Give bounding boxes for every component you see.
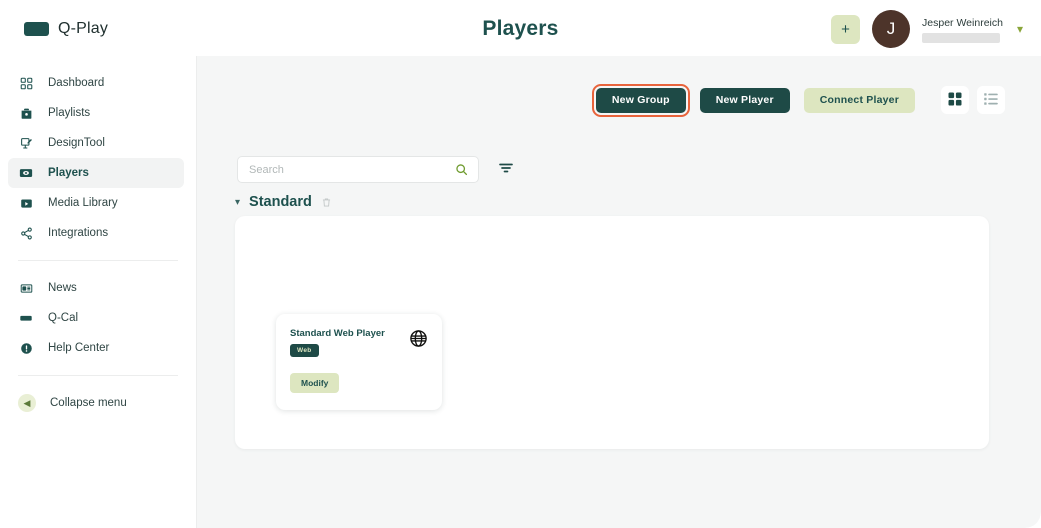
collapse-menu-button[interactable]: ◀ Collapse menu	[8, 388, 184, 418]
group-name: Standard	[249, 194, 312, 210]
grid-view-button[interactable]	[941, 86, 969, 114]
filter-icon	[498, 160, 514, 179]
sidebar-item-label: Players	[48, 167, 89, 179]
design-tool-icon	[18, 137, 34, 150]
player-card-header: Standard Web Player Web	[290, 328, 428, 358]
integrations-icon	[18, 227, 34, 240]
user-name: Jesper Weinreich	[922, 17, 1003, 29]
view-toggle-group	[941, 86, 1005, 114]
grid-view-icon	[947, 91, 963, 110]
q-cal-icon	[18, 311, 34, 325]
sidebar-item-media-library[interactable]: Media Library	[8, 188, 184, 218]
sidebar-item-integrations[interactable]: Integrations	[8, 218, 184, 248]
filter-bar	[237, 156, 519, 183]
app-window: Q-Play Players + J Jesper Weinreich ▾ Da…	[0, 0, 1041, 528]
globe-icon	[409, 329, 428, 348]
chevron-down-icon[interactable]: ▾	[235, 197, 240, 208]
group-card: Standard Web Player Web Modify	[235, 216, 989, 449]
action-toolbar: New Group New Player Connect Player	[591, 83, 1005, 117]
list-view-icon	[983, 91, 999, 110]
collapse-menu-label: Collapse menu	[50, 397, 127, 409]
sidebar-item-designtool[interactable]: DesignTool	[8, 128, 184, 158]
sidebar-item-label: News	[48, 282, 77, 294]
playlists-icon	[18, 107, 34, 120]
chevron-left-icon: ◀	[18, 394, 36, 412]
media-library-icon	[18, 197, 34, 210]
top-header: Q-Play Players + J Jesper Weinreich ▾	[0, 0, 1041, 56]
list-view-button[interactable]	[977, 86, 1005, 114]
sidebar: Dashboard Playlists DesignTool Players M…	[0, 56, 197, 528]
news-icon	[18, 282, 34, 295]
status-badge: Web	[290, 344, 319, 358]
add-button[interactable]: +	[831, 14, 861, 44]
trash-icon[interactable]	[321, 197, 332, 208]
sidebar-divider-2	[18, 375, 178, 376]
user-block[interactable]: Jesper Weinreich	[922, 15, 1003, 43]
new-group-button[interactable]: New Group	[591, 83, 690, 117]
filter-button[interactable]	[493, 157, 519, 183]
search-input[interactable]	[238, 157, 478, 182]
sidebar-item-label: Help Center	[48, 342, 110, 354]
main-content: New Group New Player Connect Player Sear…	[197, 56, 1041, 528]
header-right: + J Jesper Weinreich ▾	[831, 10, 1023, 48]
new-player-button[interactable]: New Player	[699, 87, 790, 113]
sidebar-item-q-cal[interactable]: Q-Cal	[8, 303, 184, 333]
sidebar-item-playlists[interactable]: Playlists	[8, 98, 184, 128]
group-header: ▾ Standard	[235, 194, 332, 210]
player-name: Standard Web Player	[290, 328, 385, 339]
players-icon	[18, 166, 34, 180]
sidebar-item-help-center[interactable]: Help Center	[8, 333, 184, 363]
sidebar-item-label: DesignTool	[48, 137, 105, 149]
search-icon[interactable]	[455, 163, 468, 176]
search-field[interactable]	[237, 156, 479, 183]
connect-player-button[interactable]: Connect Player	[803, 87, 915, 113]
sidebar-item-label: Dashboard	[48, 77, 105, 89]
sidebar-item-label: Integrations	[48, 227, 109, 239]
user-subtitle-redacted	[922, 33, 1001, 43]
chevron-down-icon[interactable]: ▾	[1017, 22, 1023, 36]
sidebar-item-label: Playlists	[48, 107, 91, 119]
sidebar-item-label: Q-Cal	[48, 312, 79, 324]
sidebar-item-players[interactable]: Players	[8, 158, 184, 188]
sidebar-divider-1	[18, 260, 178, 261]
dashboard-icon	[18, 77, 34, 90]
player-info: Standard Web Player Web	[290, 328, 385, 358]
sidebar-item-news[interactable]: News	[8, 273, 184, 303]
help-center-icon	[18, 342, 34, 355]
modify-button[interactable]: Modify	[290, 373, 340, 393]
sidebar-item-dashboard[interactable]: Dashboard	[8, 68, 184, 98]
avatar[interactable]: J	[872, 10, 911, 48]
player-card[interactable]: Standard Web Player Web Modify	[276, 314, 442, 410]
sidebar-item-label: Media Library	[48, 197, 118, 209]
